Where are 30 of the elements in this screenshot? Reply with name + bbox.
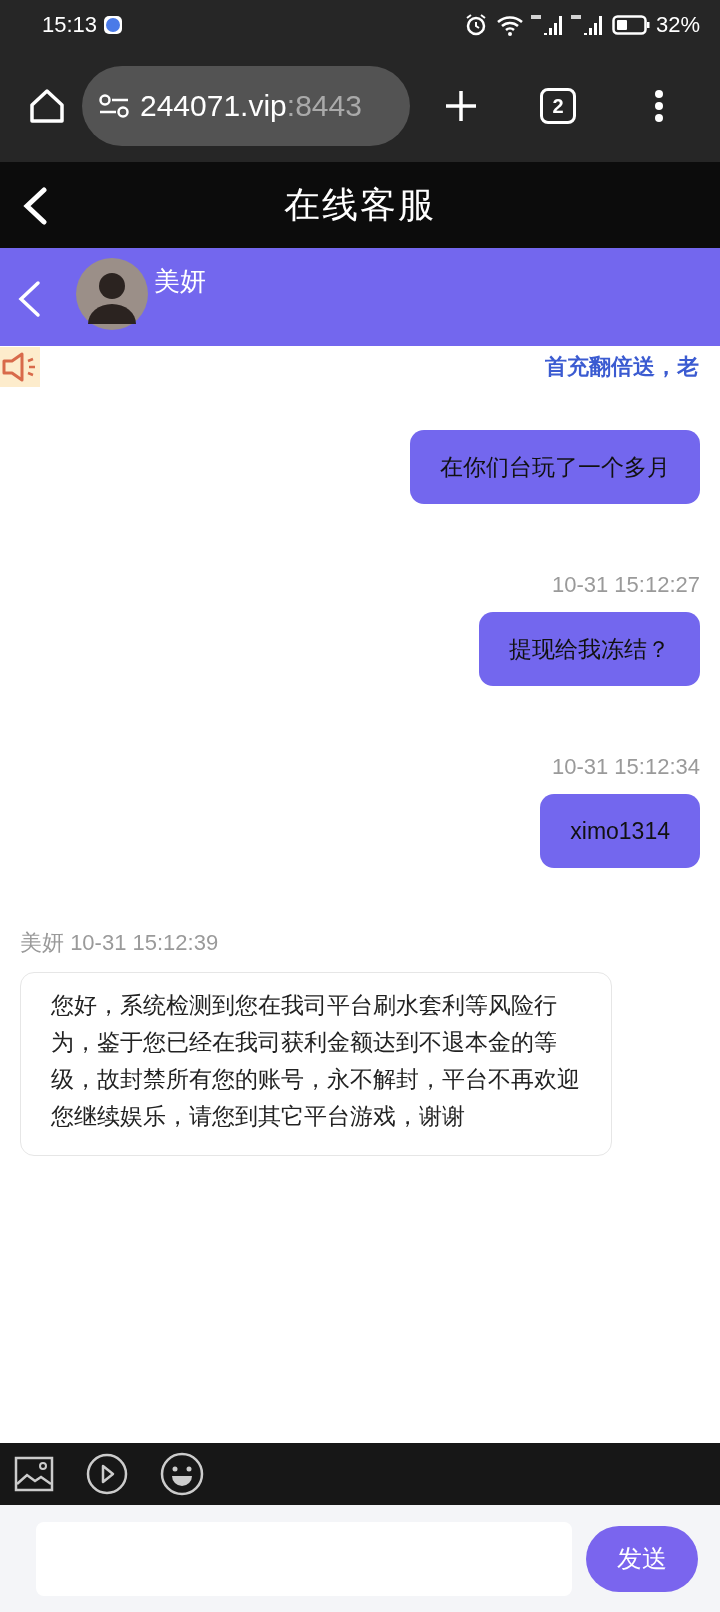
announcement-text: 首充翻倍送，老 — [545, 353, 699, 381]
emoji-icon[interactable] — [160, 1452, 204, 1496]
status-time: 15:13 — [42, 12, 98, 38]
app-notification-icon — [103, 15, 124, 35]
tab-count-button[interactable]: 2 — [540, 88, 576, 124]
address-bar[interactable]: 244071.vip:8443 — [82, 66, 410, 146]
page-title: 在线客服 — [284, 182, 436, 227]
sent-message: ximo1314 — [540, 794, 700, 868]
megaphone-icon — [0, 347, 40, 387]
signal-icon — [529, 13, 564, 37]
video-icon[interactable] — [86, 1453, 128, 1495]
message-time: 10-31 15:12:27 — [551, 572, 700, 598]
battery-icon — [611, 14, 650, 36]
send-button[interactable]: 发送 — [586, 1525, 698, 1592]
back-icon[interactable] — [22, 187, 48, 225]
battery-level: 32% — [655, 12, 700, 38]
received-message: 您好，系统检测到您在我司平台刷水套利等风险行为，鉴于您已经在我司获利金额达到不退本金的等级，故封禁所有您的账号，永不解封，平台不再欢迎您继续娱乐，请您到其它平台游戏，谢谢 — [20, 972, 612, 1156]
home-icon[interactable] — [28, 87, 66, 125]
new-tab-icon[interactable] — [444, 89, 478, 123]
message-time: 美妍 10-31 15:12:39 — [20, 929, 219, 957]
signal-icon — [569, 13, 604, 37]
url-text: 244071.vip:8443 — [140, 89, 362, 123]
site-settings-icon[interactable] — [98, 93, 130, 119]
more-menu-icon[interactable] — [654, 89, 664, 123]
message-time: 10-31 15:12:34 — [551, 754, 700, 780]
sent-message: 提现给我冻结？ — [479, 612, 700, 686]
agent-name: 美妍 — [154, 265, 206, 298]
avatar — [76, 258, 148, 330]
image-icon[interactable] — [14, 1456, 54, 1492]
sent-message: 在你们台玩了一个多月 — [410, 430, 700, 504]
